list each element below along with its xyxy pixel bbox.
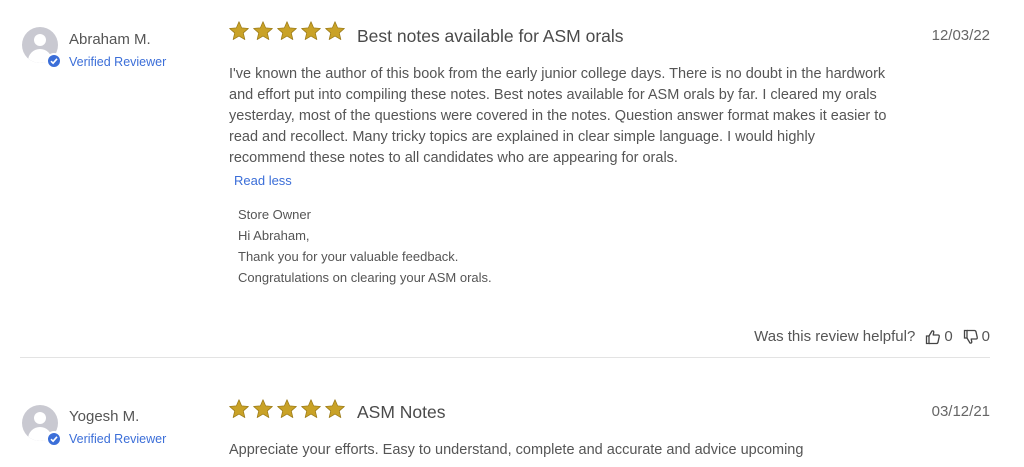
review-date: 12/03/22 <box>931 27 990 44</box>
thumbs-down-button[interactable]: 0 <box>963 328 990 345</box>
verified-check-icon <box>46 431 62 447</box>
review-body: I've known the author of this book from … <box>229 66 887 166</box>
avatar-head-shape <box>34 34 46 46</box>
star-icon <box>325 21 345 40</box>
thumbs-up-count: 0 <box>944 328 953 345</box>
star-icon <box>325 399 345 418</box>
star-rating <box>228 20 346 42</box>
review-body: Appreciate your efforts. Easy to underst… <box>229 442 804 458</box>
star-icon <box>229 21 249 40</box>
star-icon <box>229 399 249 418</box>
star-icon <box>253 399 273 418</box>
review-title: Best notes available for ASM orals <box>357 26 624 46</box>
thumbs-up-icon <box>926 329 941 344</box>
read-less-link[interactable]: Read less <box>234 173 292 188</box>
star-icon <box>301 21 321 40</box>
verified-reviewer-label: Verified Reviewer <box>69 432 167 446</box>
thumbs-down-icon <box>963 329 978 344</box>
reply-line: Congratulations on clearing your ASM ora… <box>238 270 492 285</box>
star-icon <box>277 399 297 418</box>
helpful-question: Was this review helpful? <box>754 328 916 345</box>
avatar-head-shape <box>34 412 46 424</box>
review-item: Yogesh M. Verified Reviewer ASM Notes 03… <box>0 378 1024 467</box>
star-icon <box>301 399 321 418</box>
star-icon <box>253 21 273 40</box>
reply-line: Thank you for your valuable feedback. <box>238 249 459 264</box>
star-icon <box>277 21 297 40</box>
thumbs-down-count: 0 <box>981 328 990 345</box>
review-title: ASM Notes <box>357 402 446 422</box>
thumbs-up-button[interactable]: 0 <box>925 328 953 345</box>
verified-check-icon <box>46 53 62 69</box>
star-rating <box>228 398 346 420</box>
reviewer-name: Abraham M. <box>69 31 151 48</box>
owner-reply: Store Owner Hi Abraham, Thank you for yo… <box>238 204 492 288</box>
review-item: Abraham M. Verified Reviewer Best notes … <box>0 0 1024 358</box>
reviews-page: Abraham M. Verified Reviewer Best notes … <box>0 0 1024 467</box>
reply-line: Hi Abraham, <box>238 228 310 243</box>
review-date: 03/12/21 <box>931 403 990 420</box>
helpful-vote-row: Was this review helpful? 0 0 <box>754 328 990 345</box>
reply-author: Store Owner <box>238 207 311 222</box>
reviewer-name: Yogesh M. <box>69 408 140 425</box>
review-divider <box>20 357 990 358</box>
verified-reviewer-label: Verified Reviewer <box>69 55 167 69</box>
